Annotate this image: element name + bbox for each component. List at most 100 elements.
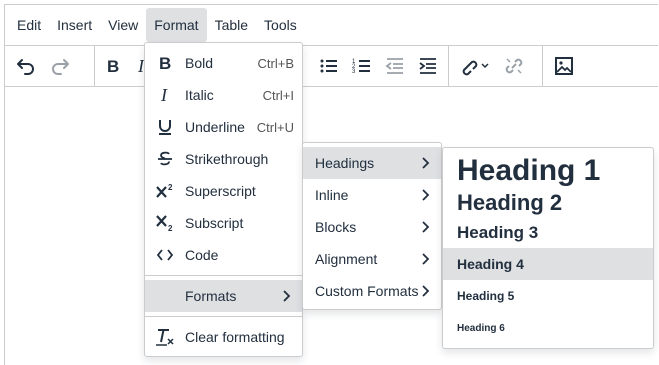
menu-item-strikethrough[interactable]: Strikethrough (145, 143, 302, 175)
chevron-right-icon (421, 283, 431, 302)
heading-6-item[interactable]: Heading 6 (443, 312, 653, 344)
menu-item-label: Heading 4 (457, 256, 524, 272)
headings-submenu: Heading 1 Heading 2 Heading 3 Heading 4 … (442, 147, 654, 349)
shortcut-text: Ctrl+B (257, 55, 294, 71)
code-icon (153, 243, 177, 267)
bold-icon: B (107, 57, 119, 76)
heading-4-item[interactable]: Heading 4 (443, 248, 653, 280)
outdent-button[interactable] (379, 51, 412, 81)
menu-item-label: Strikethrough (185, 151, 269, 167)
svg-text:3: 3 (352, 69, 356, 75)
link-button[interactable] (453, 51, 497, 81)
shortcut-text: Ctrl+U (256, 119, 294, 135)
chevron-right-icon (282, 288, 292, 307)
indent-button[interactable] (411, 51, 444, 81)
menu-table[interactable]: Table (207, 8, 256, 42)
menu-item-label: Blocks (315, 219, 357, 235)
menu-item-label: Subscript (185, 215, 244, 231)
menu-view[interactable]: View (100, 8, 146, 42)
bullet-list-button[interactable] (313, 51, 346, 81)
shortcut-text: Ctrl+I (262, 87, 294, 103)
outdent-icon (385, 58, 403, 74)
menu-item-subscript[interactable]: 2 Subscript (145, 207, 302, 239)
menu-separator (145, 275, 302, 276)
bold-icon: B (153, 51, 177, 75)
menu-item-label: Heading 6 (457, 322, 505, 334)
menu-item-label: Clear formatting (185, 329, 285, 345)
toolbar: B I 123 (5, 45, 658, 87)
heading-2-item[interactable]: Heading 2 (443, 188, 653, 218)
submenu-item-custom-formats[interactable]: Custom Formats (303, 275, 441, 307)
menu-item-label: Formats (185, 288, 237, 304)
menu-item-label: Heading 1 (457, 154, 601, 187)
menu-item-label: Heading 3 (457, 223, 539, 242)
numbered-list-icon: 123 (352, 59, 371, 75)
heading-5-item[interactable]: Heading 5 (443, 280, 653, 312)
chevron-right-icon (421, 219, 431, 238)
heading-3-item[interactable]: Heading 3 (443, 218, 653, 248)
submenu-item-blocks[interactable]: Blocks (303, 211, 441, 243)
image-icon (555, 57, 573, 75)
numbered-list-button[interactable]: 123 (346, 51, 379, 81)
svg-text:B: B (107, 57, 119, 76)
bullet-list-icon (320, 59, 338, 73)
toolbar-link-group (449, 46, 543, 86)
bold-button[interactable]: B (99, 51, 128, 81)
redo-icon (52, 59, 69, 75)
menu-item-label: Bold (185, 55, 214, 71)
menu-item-label: Italic (185, 87, 214, 103)
chevron-right-icon (421, 155, 431, 174)
image-button[interactable] (547, 51, 581, 81)
menu-item-superscript[interactable]: 2 Superscript (145, 175, 302, 207)
unlink-icon (505, 58, 523, 74)
svg-text:2: 2 (168, 183, 173, 192)
formats-submenu: Headings Inline Blocks Alignment Custom … (302, 142, 442, 310)
submenu-item-alignment[interactable]: Alignment (303, 243, 441, 275)
format-menu: B Bold Ctrl+B I Italic Ctrl+I Underline … (144, 42, 303, 357)
svg-text:I: I (160, 86, 168, 104)
superscript-icon: 2 (153, 179, 177, 203)
menu-item-label: Custom Formats (315, 283, 419, 299)
underline-icon (153, 115, 177, 139)
menu-item-italic[interactable]: I Italic Ctrl+I (145, 79, 302, 111)
toolbar-list-group: 123 (309, 46, 449, 86)
menubar: Edit Insert View Format Table Tools (5, 5, 658, 45)
menu-item-label: Alignment (315, 251, 378, 267)
unlink-button[interactable] (497, 51, 531, 81)
clear-formatting-icon (153, 325, 177, 349)
italic-icon: I (153, 83, 177, 107)
menu-item-label: Headings (315, 155, 375, 171)
svg-text:2: 2 (168, 224, 173, 232)
menu-item-label: Inline (315, 187, 349, 203)
menu-item-clear-formatting[interactable]: Clear formatting (145, 321, 302, 353)
heading-1-item[interactable]: Heading 1 (443, 152, 653, 190)
toolbar-history-group (5, 46, 95, 86)
menu-item-label: Superscript (185, 183, 256, 199)
submenu-item-headings[interactable]: Headings (303, 147, 441, 179)
menu-edit[interactable]: Edit (9, 8, 49, 42)
toolbar-media-group (543, 46, 587, 86)
undo-button[interactable] (9, 51, 43, 81)
menu-item-underline[interactable]: Underline Ctrl+U (145, 111, 302, 143)
subscript-icon: 2 (153, 211, 177, 235)
menu-tools[interactable]: Tools (256, 8, 305, 42)
menu-item-formats[interactable]: Formats (145, 280, 302, 312)
link-icon (462, 60, 489, 76)
menu-item-label: Heading 5 (457, 289, 515, 303)
strikethrough-icon (153, 147, 177, 171)
menu-item-label: Underline (185, 119, 245, 135)
chevron-right-icon (421, 187, 431, 206)
indent-icon (419, 58, 436, 74)
menu-item-label: Code (185, 247, 219, 263)
submenu-item-inline[interactable]: Inline (303, 179, 441, 211)
chevron-right-icon (421, 251, 431, 270)
menu-item-bold[interactable]: B Bold Ctrl+B (145, 47, 302, 79)
menu-item-code[interactable]: Code (145, 239, 302, 271)
redo-button[interactable] (43, 51, 77, 81)
menu-insert[interactable]: Insert (49, 8, 100, 42)
undo-icon (17, 59, 34, 75)
menu-item-label: Heading 2 (457, 190, 563, 215)
svg-text:B: B (159, 54, 171, 72)
menu-separator (145, 316, 302, 317)
menu-format[interactable]: Format (146, 8, 207, 42)
